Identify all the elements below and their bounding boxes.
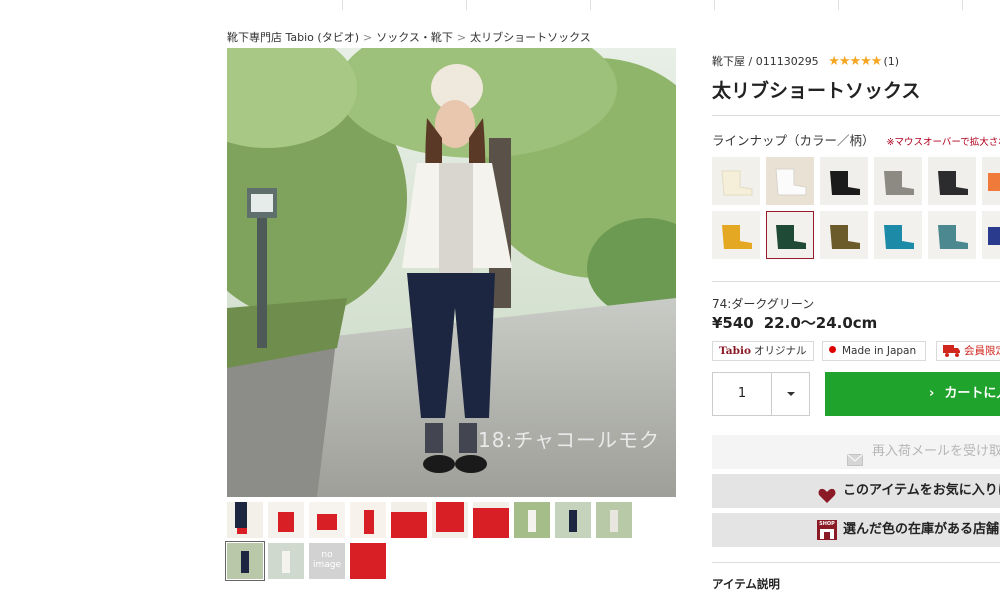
main-product-photo[interactable]: 18:チャコールモク bbox=[227, 48, 676, 497]
color-swatch-olive[interactable] bbox=[820, 211, 868, 259]
thumbnail[interactable] bbox=[350, 543, 386, 579]
selected-color-name: 74:ダークグリーン bbox=[712, 297, 815, 311]
restock-mail-button[interactable]: 再入荷メールを受け取る bbox=[712, 435, 1000, 469]
brand-code: 靴下屋 / 011130295 bbox=[712, 55, 819, 68]
lineup-heading: ラインナップ（カラー／柄） ※マウスオーバーで拡大され bbox=[712, 130, 1000, 149]
caret-down-icon bbox=[787, 392, 795, 396]
thumbnail-no-image[interactable]: no image bbox=[309, 543, 345, 579]
divider bbox=[712, 115, 1000, 116]
truck-icon bbox=[943, 344, 961, 363]
quantity-dropdown[interactable] bbox=[771, 373, 810, 415]
color-swatch-ivory[interactable] bbox=[712, 157, 760, 205]
thumbnail[interactable] bbox=[555, 502, 591, 538]
add-to-favorites-button[interactable]: このアイテムをお気に入りに追加 bbox=[712, 474, 1000, 508]
lineup-note: ※マウスオーバーで拡大され bbox=[886, 137, 1000, 148]
top-nav bbox=[0, 0, 1000, 10]
color-swatch-mustard[interactable] bbox=[712, 211, 760, 259]
thumbnail[interactable] bbox=[350, 502, 386, 538]
divider bbox=[712, 281, 1000, 282]
top-nav-divider bbox=[962, 0, 963, 10]
breadcrumb-separator: > bbox=[362, 30, 373, 44]
badge-original-label: オリジナル bbox=[753, 345, 807, 357]
breadcrumb-separator: > bbox=[456, 30, 467, 44]
add-to-favorites-label: このアイテムをお気に入りに追加 bbox=[843, 483, 1000, 498]
thumbnail[interactable] bbox=[227, 502, 263, 538]
item-description-heading: アイテム説明 bbox=[712, 577, 780, 591]
thumbnail[interactable] bbox=[432, 502, 468, 538]
chevron-right-icon: › bbox=[929, 386, 935, 401]
thumbnail[interactable] bbox=[596, 502, 632, 538]
badge-made-in-japan-label: Made in Japan bbox=[842, 345, 917, 357]
quantity-select[interactable]: 1 bbox=[712, 372, 810, 416]
breadcrumb-item-current: 太リブショートソックス bbox=[470, 31, 591, 44]
add-to-cart-button[interactable]: › カートに入れる bbox=[825, 372, 1000, 416]
lineup-label: ラインナップ（カラー／柄） bbox=[712, 133, 875, 148]
thumbnail[interactable] bbox=[473, 502, 509, 538]
top-nav-divider bbox=[342, 0, 343, 10]
badge-members-only-label: 会員限定 bbox=[964, 345, 1000, 357]
review-count[interactable]: (1) bbox=[883, 55, 899, 68]
top-nav-divider bbox=[714, 0, 715, 10]
no-image-text: no image bbox=[312, 550, 342, 570]
color-swatch-dark-green[interactable] bbox=[766, 211, 814, 259]
thumbnail-selected[interactable] bbox=[225, 541, 265, 581]
price: ¥540 bbox=[712, 314, 754, 332]
breadcrumb: 靴下専門店 Tabio (タビオ) > ソックス・靴下 > 太リブショートソックス bbox=[227, 29, 591, 45]
color-swatch-charcoal[interactable] bbox=[928, 157, 976, 205]
quantity-value: 1 bbox=[737, 386, 747, 401]
color-swatch-orange[interactable] bbox=[982, 157, 1000, 205]
color-swatch-white[interactable] bbox=[766, 157, 814, 205]
thumbnail[interactable] bbox=[268, 502, 304, 538]
find-store-stock-button[interactable]: SHOP 選んだ色の在庫がある店舗を探す bbox=[712, 513, 1000, 547]
top-nav-divider bbox=[466, 0, 467, 10]
badge-tabio-original: Tabio オリジナル bbox=[712, 341, 814, 361]
breadcrumb-item-shop[interactable]: 靴下専門店 Tabio (タビオ) bbox=[227, 31, 359, 44]
thumbnail[interactable] bbox=[268, 543, 304, 579]
color-swatch-slate-blue[interactable] bbox=[928, 211, 976, 259]
color-swatch-navy[interactable] bbox=[982, 211, 1000, 259]
color-swatch-gray[interactable] bbox=[874, 157, 922, 205]
badge-members-only: 会員限定 bbox=[936, 341, 1000, 361]
badge-made-in-japan: Made in Japan bbox=[822, 341, 926, 361]
top-nav-divider bbox=[838, 0, 839, 10]
thumbnail[interactable] bbox=[309, 502, 345, 538]
thumbnail[interactable] bbox=[391, 502, 427, 538]
top-nav-divider bbox=[590, 0, 591, 10]
breadcrumb-item-socks[interactable]: ソックス・靴下 bbox=[376, 31, 453, 44]
divider bbox=[712, 562, 1000, 563]
price-line: ¥540 22.0〜24.0cm bbox=[712, 312, 877, 333]
shop-icon: SHOP bbox=[817, 520, 837, 540]
thumbnail[interactable] bbox=[514, 502, 550, 538]
color-swatch-teal[interactable] bbox=[874, 211, 922, 259]
japan-flag-icon bbox=[829, 346, 836, 353]
color-swatch-black[interactable] bbox=[820, 157, 868, 205]
rating-stars[interactable]: ★★★★★ bbox=[828, 54, 882, 69]
product-code: 靴下屋 / 011130295 ★★★★★ (1) bbox=[712, 53, 899, 69]
product-title: 太リブショートソックス bbox=[712, 80, 921, 102]
find-store-stock-label: 選んだ色の在庫がある店舗を探す bbox=[843, 522, 1000, 537]
tabio-logo: Tabio bbox=[719, 345, 751, 357]
size-range: 22.0〜24.0cm bbox=[763, 314, 878, 332]
restock-mail-label: 再入荷メールを受け取る bbox=[872, 444, 1000, 459]
add-to-cart-label: カートに入れる bbox=[944, 386, 1000, 401]
photo-color-caption: 18:チャコールモク bbox=[478, 428, 660, 452]
shop-icon-label: SHOP bbox=[819, 521, 835, 527]
